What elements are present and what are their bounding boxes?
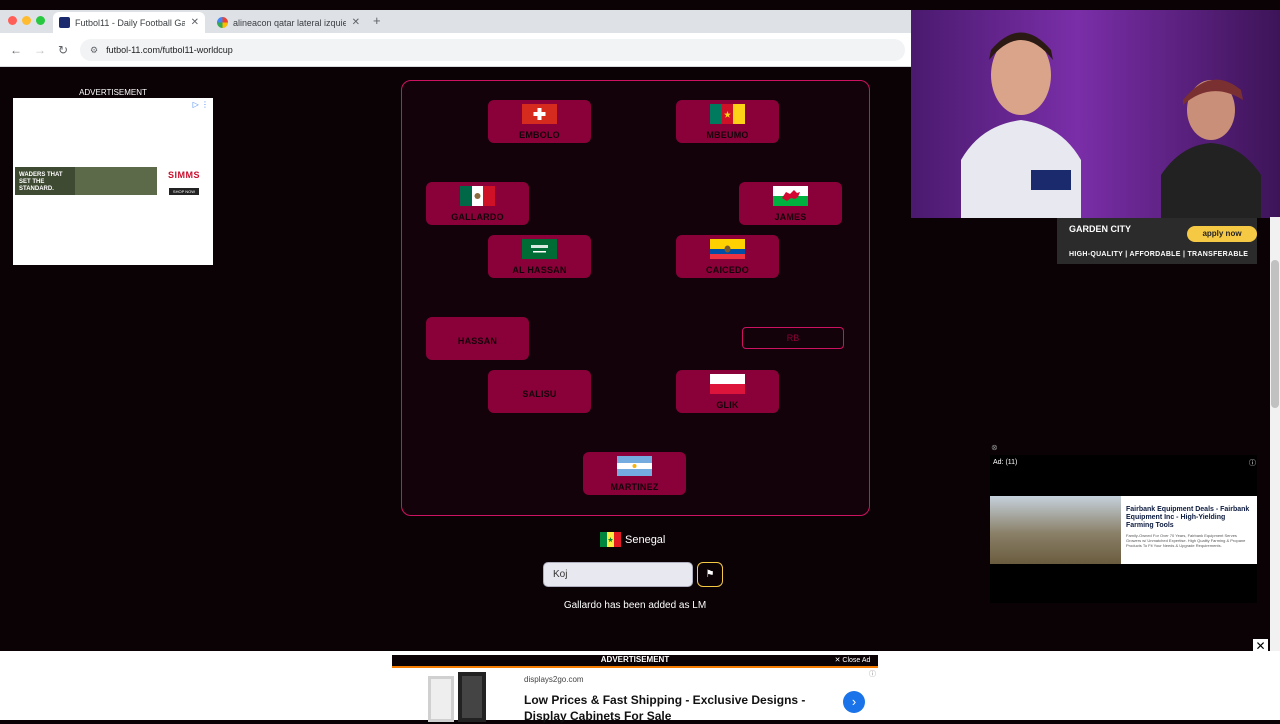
bottom-ad[interactable]: displays2go.com Low Prices & Fast Shippi…: [392, 666, 878, 723]
player-name: SALISU: [522, 389, 557, 399]
player-name: GALLARDO: [451, 212, 504, 222]
minimize-window-icon[interactable]: [22, 16, 31, 25]
player-card-al-hassan[interactable]: AL HASSAN: [488, 235, 591, 278]
browser-toolbar: ← → ↻ ⚙ futbol-11.com/futbol11-worldcup: [0, 33, 912, 67]
lineup-pitch: [401, 80, 870, 516]
video-ad-text[interactable]: Fairbank Equipment Deals - Fairbank Equi…: [1121, 496, 1257, 564]
futbol11-favicon-icon: [59, 17, 70, 28]
forward-icon[interactable]: →: [34, 43, 46, 57]
cameroon-flag-icon: [710, 104, 745, 124]
left-ad-label: ADVERTISEMENT: [79, 88, 147, 97]
bottom-ad-headline[interactable]: Low Prices & Fast Shipping - Exclusive D…: [524, 692, 834, 724]
apply-now-button[interactable]: apply now: [1187, 226, 1257, 242]
player-card-gallardo[interactable]: GALLARDO: [426, 182, 529, 225]
close-tab-icon[interactable]: ✕: [352, 17, 360, 28]
player-card-salisu[interactable]: SALISU: [488, 370, 591, 413]
video-ad[interactable]: Ad: (11) Fairbank Equipment Deals - Fair…: [990, 455, 1257, 603]
empty-slot-rb[interactable]: RB: [742, 327, 844, 349]
video-ad-close-icon[interactable]: ⊗: [991, 443, 998, 452]
ecuador-flag-icon: [710, 239, 745, 259]
close-tab-icon[interactable]: ✕: [191, 17, 199, 28]
close-window-icon[interactable]: [8, 16, 17, 25]
give-up-flag-button[interactable]: ⚑: [697, 562, 723, 587]
poland-flag-icon: [710, 374, 745, 394]
display-cabinet-image: [428, 672, 486, 722]
video-ad-body: Family-Owned For Over 70 Years, Fairbank…: [1126, 533, 1246, 548]
nation-hint: Senegal: [600, 532, 665, 547]
tab-title: Futbol11 - Daily Football Gam: [75, 17, 185, 28]
player-card-mbeumo[interactable]: MBEUMO: [676, 100, 779, 143]
player-card-caicedo[interactable]: CAICEDO: [676, 235, 779, 278]
maximize-window-icon[interactable]: [36, 16, 45, 25]
simms-banner[interactable]: WADERS THAT SET THE STANDARD. SIMMS SHOP…: [15, 167, 211, 195]
video-ad-info-icon[interactable]: ⓘ: [1249, 458, 1256, 468]
status-message: Gallardo has been added as LM: [563, 600, 707, 611]
ad-choices-icon[interactable]: ▷ ⋮: [193, 100, 209, 109]
saudi-arabia-flag-icon: [522, 239, 557, 259]
webcam-overlay: [911, 10, 1280, 218]
player-card-martinez[interactable]: MARTINEZ: [583, 452, 686, 495]
tab-title: alineacon qatar lateral izquie: [233, 17, 346, 28]
webcam-person-left: [961, 32, 1081, 218]
brand-name: SIMMS: [167, 170, 200, 180]
player-name: MARTINEZ: [610, 482, 659, 492]
player-name: HASSAN: [457, 336, 498, 346]
mexico-flag-icon: [460, 186, 495, 206]
tab-google-search[interactable]: alineacon qatar lateral izquie ✕: [211, 12, 366, 33]
garden-city-logo: GARDEN CITY: [1069, 224, 1132, 234]
reload-icon[interactable]: ↻: [58, 43, 68, 57]
bottom-ad-domain: displays2go.com: [524, 675, 584, 684]
video-ad-headline: Fairbank Equipment Deals - Fairbank Equi…: [1126, 506, 1250, 529]
banner-text: WADERS THAT SET THE STANDARD.: [15, 167, 75, 195]
wales-flag-icon: [773, 186, 808, 206]
chevron-right-icon[interactable]: ›: [843, 691, 865, 713]
video-ad-label: Ad: (11): [993, 459, 1018, 466]
tab-futbol11[interactable]: Futbol11 - Daily Football Gam ✕: [53, 12, 205, 33]
shop-now-button[interactable]: SHOP NOW: [168, 188, 200, 195]
player-card-glik[interactable]: GLIK: [676, 370, 779, 413]
player-card-hassan[interactable]: HASSAN: [426, 317, 529, 360]
player-name: JAMES: [774, 212, 807, 222]
switzerland-flag-icon: [522, 104, 557, 124]
site-info-icon[interactable]: ⚙: [90, 45, 98, 56]
banner-image: [75, 167, 157, 195]
video-ad-thumbnail: [990, 496, 1121, 564]
tab-bar: Futbol11 - Daily Football Gam ✕ alineaco…: [0, 10, 912, 33]
url-text: futbol-11.com/futbol11-worldcup: [106, 45, 233, 55]
banner-brand: SIMMS SHOP NOW: [157, 167, 211, 195]
player-name: EMBOLO: [519, 130, 560, 140]
player-name: MBEUMO: [706, 130, 749, 140]
close-ad-button[interactable]: ✕ Close Ad: [830, 656, 875, 666]
player-guess-input[interactable]: [543, 562, 693, 587]
back-icon[interactable]: ←: [10, 43, 22, 57]
bottom-ad-close-icon[interactable]: ✕: [1253, 639, 1268, 653]
garden-city-ad[interactable]: GARDEN CITY apply now HIGH-QUALITY | AFF…: [1057, 218, 1257, 264]
webcam-person-right: [1161, 79, 1261, 218]
player-card-embolo[interactable]: EMBOLO: [488, 100, 591, 143]
argentina-flag-icon: [617, 456, 652, 476]
player-name: GLIK: [716, 400, 739, 410]
address-bar[interactable]: ⚙ futbol-11.com/futbol11-worldcup: [80, 39, 905, 61]
google-favicon-icon: [217, 17, 228, 28]
garden-ad-subline: HIGH-QUALITY | AFFORDABLE | TRANSFERABLE: [1069, 251, 1249, 258]
bottom-ad-label: ADVERTISEMENT: [392, 655, 878, 666]
player-name: AL HASSAN: [512, 265, 567, 275]
nation-name: Senegal: [625, 533, 666, 546]
ad-choices-icon[interactable]: ⓘ: [869, 669, 876, 679]
senegal-flag-icon: [600, 532, 621, 547]
player-name: CAICEDO: [706, 265, 749, 275]
left-ad[interactable]: ▷ ⋮ WADERS THAT SET THE STANDARD. SIMMS …: [13, 98, 213, 265]
flag-icon: ⚑: [705, 569, 715, 580]
new-tab-button[interactable]: +: [373, 13, 381, 28]
player-card-james[interactable]: JAMES: [739, 182, 842, 225]
scrollbar-thumb[interactable]: [1271, 260, 1279, 408]
